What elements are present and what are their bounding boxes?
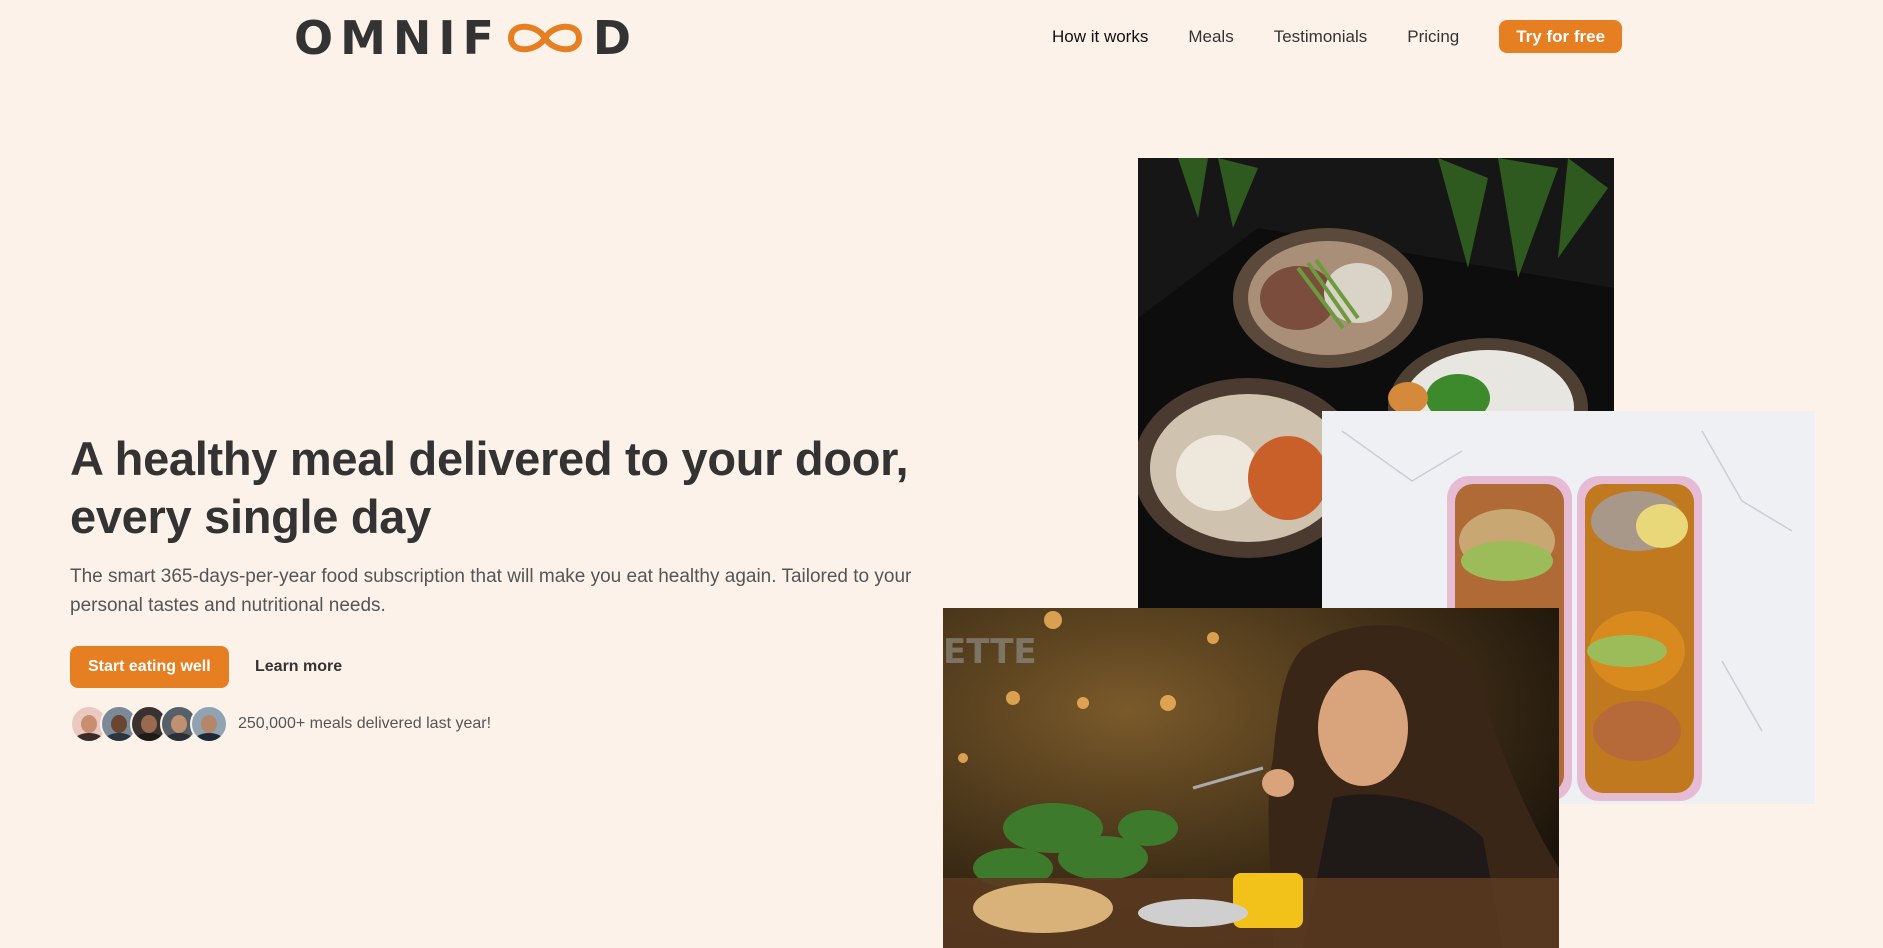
hero-title: A healthy meal delivered to your door, e… — [70, 430, 970, 546]
hero-description: The smart 365-days-per-year food subscri… — [70, 562, 950, 620]
nav-link-how-it-works[interactable]: How it works — [1052, 21, 1148, 53]
woman-eating-image: ETTE — [943, 608, 1559, 948]
logo[interactable]: OMNIF D — [294, 11, 639, 65]
nav-link-pricing[interactable]: Pricing — [1407, 21, 1459, 53]
customer-avatars — [70, 705, 228, 743]
nav-link-meals[interactable]: Meals — [1188, 21, 1233, 53]
logo-text-right: D — [592, 11, 639, 65]
svg-text:ETTE: ETTE — [943, 632, 1037, 672]
hero-description-line-2: personal tastes and nutritional needs. — [70, 595, 386, 616]
start-eating-well-button[interactable]: Start eating well — [70, 646, 229, 688]
main-nav: How it works Meals Testimonials Pricing … — [1052, 20, 1623, 53]
delivered-meals: 250,000+ meals delivered last year! — [70, 705, 491, 743]
hero-title-line-1: A healthy meal delivered to your door, — [70, 432, 909, 485]
infinity-icon — [503, 16, 587, 60]
page: OMNIF D How it works Meals Testimonials … — [0, 0, 1883, 948]
hero-title-line-2: every single day — [70, 490, 431, 543]
nav-link-testimonials[interactable]: Testimonials — [1274, 21, 1368, 53]
hero-description-line-1: The smart 365-days-per-year food subscri… — [70, 566, 912, 587]
logo-text-left: OMNIF — [294, 11, 501, 65]
try-for-free-button[interactable]: Try for free — [1499, 20, 1623, 53]
customers-text: 250,000+ meals delivered last year! — [238, 715, 492, 732]
avatar — [190, 705, 228, 743]
learn-more-button[interactable]: Learn more — [255, 646, 342, 688]
